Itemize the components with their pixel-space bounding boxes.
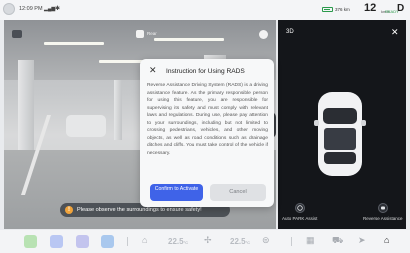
camera-label-icon xyxy=(136,30,144,38)
right-temperature[interactable]: 22.5°C xyxy=(230,237,250,246)
ceiling-light xyxy=(44,42,104,45)
right-temperature-value: 22.5 xyxy=(230,237,246,246)
battery-icon xyxy=(322,7,333,12)
vehicle-top-view xyxy=(314,92,366,176)
clock: 12:09 PM xyxy=(19,6,43,12)
confirm-activate-button[interactable]: Confirm to Activate xyxy=(150,184,203,201)
climate-car-icon[interactable]: ⌂ xyxy=(142,236,147,245)
app-icon-green[interactable] xyxy=(24,235,37,248)
app-icon-purple[interactable] xyxy=(76,235,89,248)
user-avatar-icon[interactable] xyxy=(3,3,15,15)
cancel-button[interactable]: Cancel xyxy=(210,184,266,201)
auto-park-assist-label: Auto PARK Assist xyxy=(282,216,318,221)
speed-value: 12 xyxy=(364,2,377,14)
camera-view-label: Rear xyxy=(147,31,157,36)
status-bar: 12:09 PM ▂▄▆ ✱ 376 km 12 km/h READY D xyxy=(0,0,410,20)
reverse-assistance-label: Reverse Assistance xyxy=(363,216,403,221)
dock-divider xyxy=(127,237,128,246)
parked-car xyxy=(66,115,106,137)
garage-pillar xyxy=(114,80,122,140)
left-temperature[interactable]: 22.5°C xyxy=(168,237,188,246)
safety-message: Please observe the surroundings to ensur… xyxy=(77,207,202,213)
bottom-dock: ⌂ 22.5°C ✢ 22.5°C ⊜ ▦ ⛟ ➤ ⌂ xyxy=(0,230,410,253)
dialog-body: Reverse Assistance Driving System (RADS)… xyxy=(147,83,268,156)
right-temperature-unit: °C xyxy=(245,240,251,245)
fan-icon[interactable]: ✢ xyxy=(204,236,212,245)
camera-switch-icon[interactable] xyxy=(12,30,22,38)
left-temperature-unit: °C xyxy=(183,240,189,245)
view-3d-toggle[interactable]: 3D xyxy=(286,29,294,35)
bluetooth-icon: ✱ xyxy=(55,6,61,12)
signal-icon: ▂▄▆ xyxy=(44,6,56,12)
apps-grid-icon[interactable]: ▦ xyxy=(306,236,315,245)
rads-instruction-dialog: ✕ Instruction for Using RADS Reverse Ass… xyxy=(140,59,274,207)
navigation-icon[interactable]: ➤ xyxy=(358,236,366,245)
close-icon[interactable]: ✕ xyxy=(391,28,399,37)
left-temperature-value: 22.5 xyxy=(168,237,184,246)
dialog-title: Instruction for Using RADS xyxy=(166,68,245,75)
gear-indicator: D xyxy=(397,3,405,14)
warning-icon: ! xyxy=(65,206,73,214)
vehicle-icon[interactable]: ⛟ xyxy=(332,236,343,245)
seat-heat-icon[interactable]: ⊜ xyxy=(262,236,270,245)
screen: 12:09 PM ▂▄▆ ✱ 376 km 12 km/h READY D Re… xyxy=(0,0,410,253)
app-icon-azure[interactable] xyxy=(101,235,114,248)
dialog-close-icon[interactable]: ✕ xyxy=(149,66,157,75)
parking-assist-icon xyxy=(294,203,305,213)
auto-park-assist-button[interactable]: Auto PARK Assist xyxy=(282,203,317,221)
surround-view-panel: 3D ✕ Auto PARK Assist Reverse Assistance xyxy=(278,20,406,229)
battery-range: 376 km xyxy=(322,7,350,12)
range-text: 376 km xyxy=(335,7,350,12)
ceiling-light xyxy=(154,38,224,41)
settings-gear-icon[interactable] xyxy=(259,30,268,39)
reverse-assist-icon xyxy=(377,203,388,213)
app-icon-blue[interactable] xyxy=(50,235,63,248)
home-icon[interactable]: ⌂ xyxy=(384,236,389,245)
reverse-assistance-button[interactable]: Reverse Assistance xyxy=(363,203,403,221)
dock-divider xyxy=(291,237,292,246)
